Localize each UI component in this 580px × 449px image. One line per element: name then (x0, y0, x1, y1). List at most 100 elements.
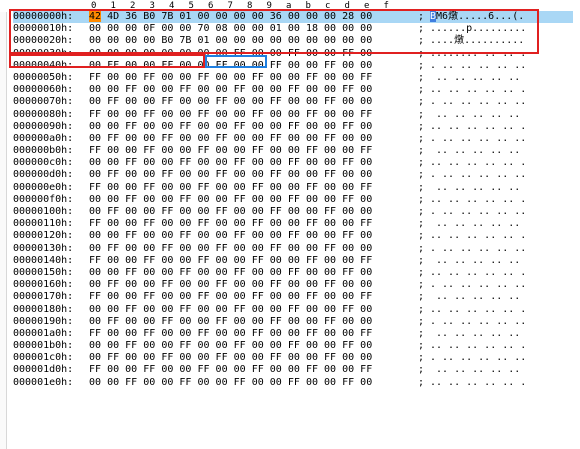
hex-byte[interactable]: 00 (306, 133, 318, 144)
hex-byte[interactable]: 00 (107, 328, 119, 339)
hex-byte[interactable]: 00 (107, 182, 119, 193)
hex-byte[interactable]: 00 (234, 364, 246, 375)
ascii-text[interactable]: BM6燉.....6...(. (430, 11, 524, 23)
hex-byte[interactable]: 00 (216, 72, 228, 83)
hex-byte[interactable]: 00 (324, 328, 336, 339)
hex-byte[interactable]: 00 (270, 340, 282, 351)
hex-byte[interactable]: 00 (252, 35, 264, 46)
hex-byte[interactable]: FF (216, 316, 228, 327)
hex-byte[interactable]: 00 (252, 377, 264, 388)
hex-byte[interactable]: FF (360, 218, 372, 229)
hex-byte[interactable]: FF (252, 255, 264, 266)
hex-byte[interactable]: FF (216, 60, 228, 71)
hex-byte[interactable]: 00 (252, 133, 264, 144)
hex-byte[interactable]: 00 (234, 72, 246, 83)
hex-byte[interactable]: FF (216, 352, 228, 363)
hex-byte[interactable]: FF (197, 218, 209, 229)
hex-byte[interactable]: 00 (288, 35, 300, 46)
hex-byte[interactable]: 00 (125, 72, 137, 83)
hex-row[interactable]: 00000090h: 00 00 FF 00 00 FF 00 00 FF 00 … (13, 121, 573, 133)
hex-byte[interactable]: FF (270, 316, 282, 327)
hex-byte[interactable]: 00 (197, 316, 209, 327)
hex-byte[interactable]: 00 (252, 206, 264, 217)
hex-byte[interactable]: FF (125, 267, 137, 278)
hex-byte[interactable]: 00 (161, 304, 173, 315)
hex-bytes[interactable]: FF 00 00 FF 00 00 FF 00 00 FF 00 00 FF 0… (89, 218, 372, 230)
ascii-text[interactable]: .. .. .. .. .. . (430, 230, 526, 242)
hex-byte[interactable]: 00 (252, 60, 264, 71)
hex-byte[interactable]: FF (324, 206, 336, 217)
hex-byte[interactable]: 00 (306, 194, 318, 205)
hex-byte[interactable]: 00 (179, 182, 191, 193)
hex-byte[interactable]: 00 (216, 377, 228, 388)
ascii-text[interactable]: . .. .. .. .. .. (430, 279, 526, 291)
hex-byte[interactable]: 00 (179, 109, 191, 120)
hex-byte[interactable]: B0 (161, 35, 173, 46)
hex-bytes[interactable]: 00 00 FF 00 00 FF 00 00 FF 00 00 FF 00 0… (89, 377, 372, 389)
hex-byte[interactable]: 00 (306, 96, 318, 107)
hex-row[interactable]: 000001a0h: FF 00 00 FF 00 00 FF 00 00 FF … (13, 328, 573, 340)
hex-byte[interactable]: 00 (125, 364, 137, 375)
hex-byte[interactable]: 00 (288, 72, 300, 83)
hex-byte[interactable]: 00 (270, 72, 282, 83)
hex-byte[interactable]: FF (270, 133, 282, 144)
hex-byte[interactable]: 00 (270, 364, 282, 375)
hex-byte[interactable]: 00 (288, 96, 300, 107)
hex-byte[interactable]: FF (197, 182, 209, 193)
hex-row[interactable]: 000000d0h: 00 FF 00 00 FF 00 00 FF 00 00 … (13, 169, 573, 181)
hex-byte[interactable]: FF (234, 84, 246, 95)
hex-bytes[interactable]: 00 FF 00 00 FF 00 00 FF 00 00 FF 00 00 F… (89, 352, 372, 364)
hex-byte[interactable]: 00 (324, 145, 336, 156)
hex-byte[interactable]: 00 (252, 84, 264, 95)
hex-byte[interactable]: 00 (234, 218, 246, 229)
hex-byte[interactable]: 00 (360, 304, 372, 315)
hex-byte[interactable]: 00 (107, 194, 119, 205)
hex-byte[interactable]: 00 (342, 255, 354, 266)
ascii-text[interactable]: . .. .. .. .. .. (430, 96, 526, 108)
ascii-text[interactable]: .. .. .. .. .. (430, 255, 526, 267)
hex-byte[interactable]: 00 (179, 23, 191, 34)
hex-byte[interactable]: FF (125, 194, 137, 205)
hex-byte[interactable]: 00 (360, 96, 372, 107)
hex-byte[interactable]: FF (216, 279, 228, 290)
hex-byte[interactable]: 00 (216, 218, 228, 229)
hex-byte[interactable]: 00 (324, 48, 336, 59)
hex-byte[interactable]: 00 (306, 121, 318, 132)
hex-row[interactable]: 00000110h: FF 00 00 FF 00 00 FF 00 00 FF … (13, 218, 573, 230)
hex-byte[interactable]: 00 (324, 230, 336, 241)
hex-byte[interactable]: 00 (270, 267, 282, 278)
hex-byte[interactable]: FF (161, 352, 173, 363)
hex-byte[interactable]: 00 (270, 35, 282, 46)
hex-byte[interactable]: 00 (252, 121, 264, 132)
hex-byte[interactable]: 00 (342, 109, 354, 120)
ascii-text[interactable]: . .. .. .. .. .. (430, 243, 526, 255)
hex-byte[interactable]: FF (216, 169, 228, 180)
hex-byte[interactable]: FF (306, 145, 318, 156)
hex-byte[interactable]: FF (143, 182, 155, 193)
hex-row[interactable]: 00000080h: FF 00 00 FF 00 00 FF 00 00 FF … (13, 109, 573, 121)
hex-byte[interactable]: 00 (197, 121, 209, 132)
hex-byte[interactable]: 00 (89, 304, 101, 315)
hex-byte[interactable]: 7B (161, 11, 173, 22)
hex-byte[interactable]: 00 (306, 279, 318, 290)
hex-byte[interactable]: 00 (306, 340, 318, 351)
hex-byte[interactable]: 00 (288, 60, 300, 71)
hex-byte[interactable]: FF (288, 304, 300, 315)
hex-row[interactable]: 00000180h: 00 00 FF 00 00 FF 00 00 FF 00 … (13, 304, 573, 316)
hex-byte[interactable]: 00 (216, 255, 228, 266)
hex-byte[interactable]: 00 (360, 11, 372, 22)
hex-row[interactable]: 00000020h: 00 00 00 00 B0 7B 01 00 00 00 … (13, 35, 573, 47)
hex-bytes[interactable]: 00 00 FF 00 00 FF 00 00 FF 00 00 FF 00 0… (89, 340, 372, 352)
hex-byte[interactable]: 00 (306, 377, 318, 388)
hex-byte[interactable]: 00 (306, 157, 318, 168)
hex-byte[interactable]: 00 (125, 218, 137, 229)
hex-bytes[interactable]: FF 00 00 FF 00 00 FF 00 00 FF 00 00 FF 0… (89, 109, 372, 121)
hex-byte[interactable]: 00 (179, 352, 191, 363)
hex-byte[interactable]: FF (234, 340, 246, 351)
hex-byte[interactable]: 00 (179, 96, 191, 107)
hex-byte[interactable]: FF (360, 328, 372, 339)
hex-byte[interactable]: 00 (89, 133, 101, 144)
hex-byte[interactable]: 00 (306, 206, 318, 217)
hex-byte[interactable]: FF (125, 340, 137, 351)
hex-byte[interactable]: FF (197, 255, 209, 266)
